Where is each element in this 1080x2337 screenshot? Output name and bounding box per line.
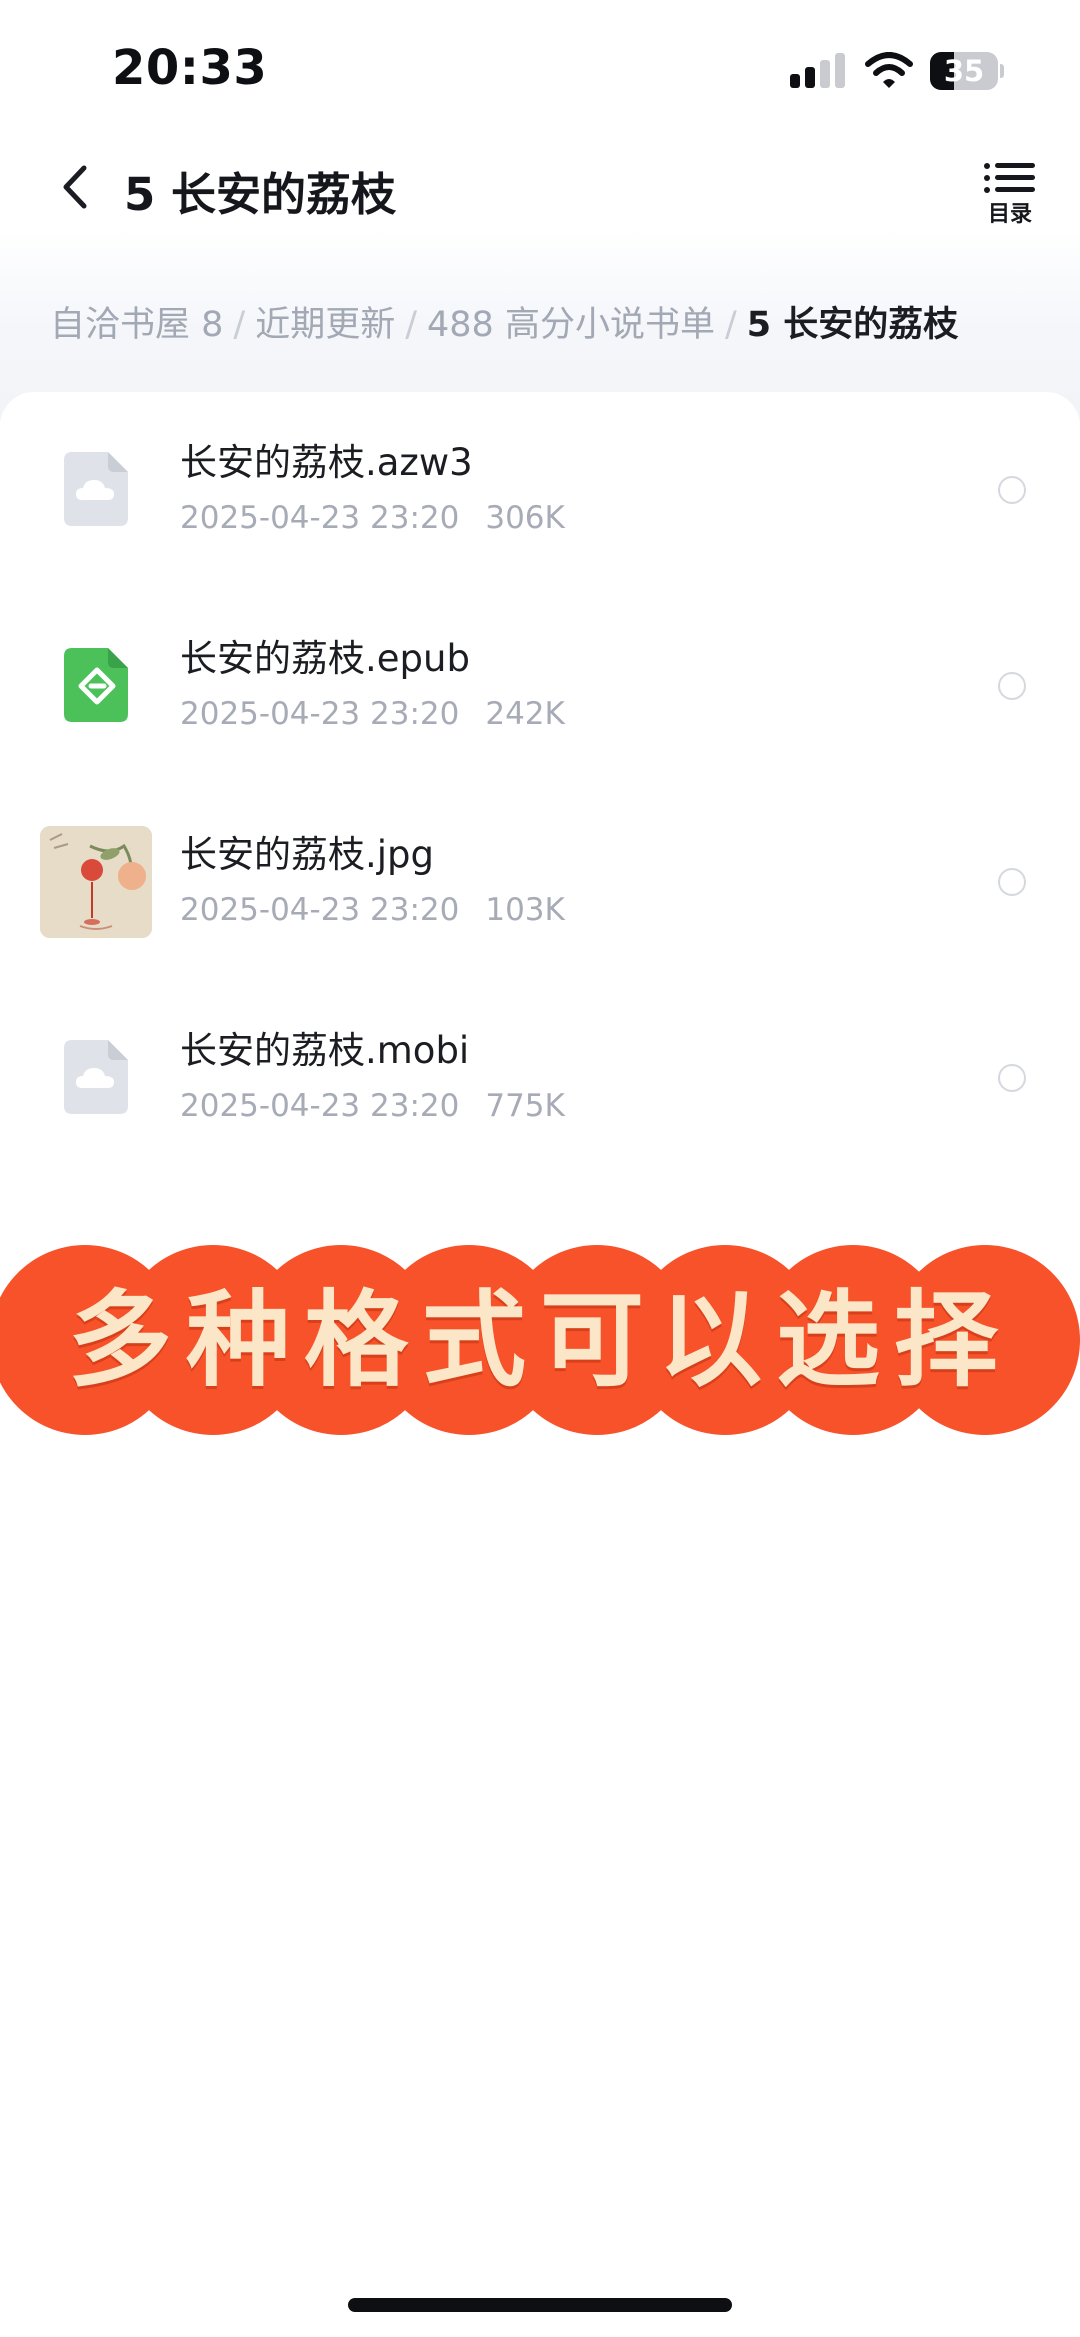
file-name: 长安的荔枝.azw3 xyxy=(180,441,473,484)
breadcrumb-separator: / xyxy=(724,305,737,345)
file-date: 2025-04-23 23:20 xyxy=(180,892,460,928)
cellular-signal-icon xyxy=(790,53,845,88)
promo-banner: 多种格式可以选择 xyxy=(0,1245,1080,1435)
file-date: 2025-04-23 23:20 xyxy=(180,1088,460,1124)
file-name: 长安的荔枝.mobi xyxy=(180,1029,470,1072)
file-meta: 2025-04-23 23:20 103K xyxy=(180,892,565,928)
select-radio[interactable] xyxy=(998,868,1026,896)
chevron-left-icon xyxy=(63,165,87,209)
file-size: 306K xyxy=(485,500,565,536)
battery-level-text: 35 xyxy=(943,54,985,88)
breadcrumb-item-booklist[interactable]: 488 高分小说书单 xyxy=(427,305,715,345)
battery-indicator: 35 xyxy=(930,52,1004,90)
toc-button[interactable]: 目录 xyxy=(975,160,1045,228)
breadcrumb-item-current: 5 长安的荔枝 xyxy=(746,305,959,345)
banner-text: 多种格式可以选择 xyxy=(67,1279,1012,1401)
select-radio[interactable] xyxy=(998,672,1026,700)
epub-icon xyxy=(64,648,128,722)
breadcrumb: 自洽书屋 8/近期更新/488 高分小说书单/5 长安的荔枝 xyxy=(50,296,1080,347)
wifi-icon xyxy=(865,52,913,88)
file-size: 775K xyxy=(485,1088,565,1124)
select-radio[interactable] xyxy=(998,476,1026,504)
list-icon xyxy=(984,163,1035,193)
cloud-file-icon xyxy=(64,452,128,526)
file-row-epub[interactable]: 长安的荔枝.epub 2025-04-23 23:20 242K xyxy=(0,588,1080,784)
home-indicator[interactable] xyxy=(348,2298,732,2312)
page-title: 5 长安的荔枝 xyxy=(124,168,396,221)
file-row-azw3[interactable]: 长安的荔枝.azw3 2025-04-23 23:20 306K xyxy=(0,392,1080,588)
file-meta: 2025-04-23 23:20 306K xyxy=(180,500,565,536)
file-date: 2025-04-23 23:20 xyxy=(180,500,460,536)
breadcrumb-item-recent[interactable]: 近期更新 xyxy=(255,305,395,345)
toc-label: 目录 xyxy=(987,202,1032,227)
file-meta: 2025-04-23 23:20 775K xyxy=(180,1088,565,1124)
select-radio[interactable] xyxy=(998,1064,1026,1092)
image-thumbnail xyxy=(40,826,152,938)
back-button[interactable] xyxy=(52,158,102,216)
file-row-jpg[interactable]: 长安的荔枝.jpg 2025-04-23 23:20 103K xyxy=(0,784,1080,980)
file-date: 2025-04-23 23:20 xyxy=(180,696,460,732)
file-name: 长安的荔枝.epub xyxy=(180,637,470,680)
file-row-mobi[interactable]: 长安的荔枝.mobi 2025-04-23 23:20 775K xyxy=(0,980,1080,1176)
battery-cap xyxy=(1000,64,1004,78)
breadcrumb-separator: / xyxy=(233,305,246,345)
breadcrumb-item-root[interactable]: 自洽书屋 8 xyxy=(50,305,223,345)
file-size: 242K xyxy=(485,696,565,732)
file-meta: 2025-04-23 23:20 242K xyxy=(180,696,565,732)
breadcrumb-separator: / xyxy=(405,305,418,345)
cloud-file-icon xyxy=(64,1040,128,1114)
file-size: 103K xyxy=(485,892,565,928)
file-name: 长安的荔枝.jpg xyxy=(180,833,435,876)
status-time: 20:33 xyxy=(112,40,268,96)
